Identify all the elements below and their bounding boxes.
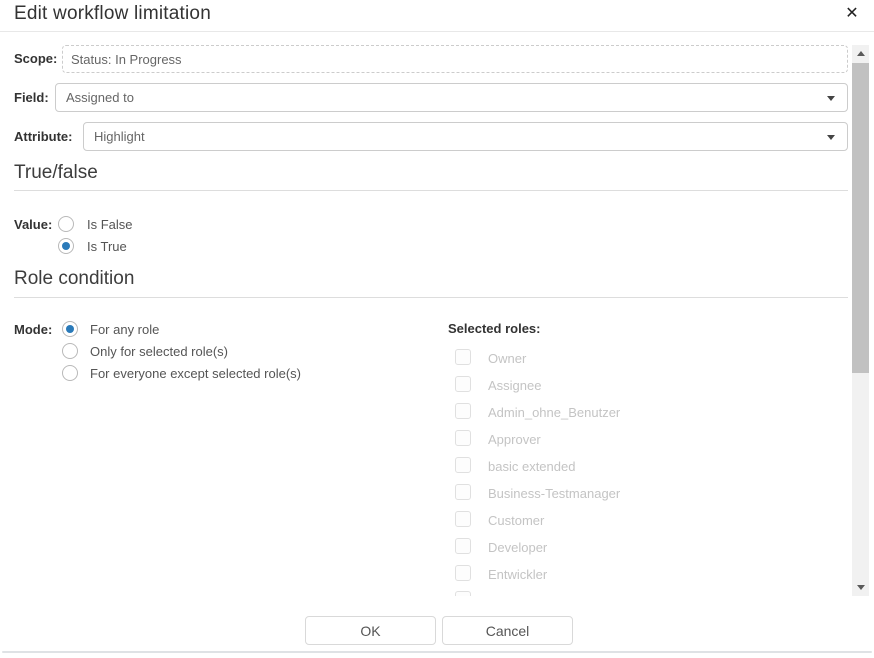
role-item-owner: Owner xyxy=(448,349,748,369)
role-checkbox[interactable] xyxy=(455,591,471,596)
role-label: Entwickler xyxy=(488,567,547,582)
radio-everyone-except-selected-label[interactable]: For everyone except selected role(s) xyxy=(90,366,301,381)
field-select[interactable]: Assigned to xyxy=(55,83,848,112)
role-checkbox[interactable] xyxy=(455,349,471,365)
radio-for-any-role-label[interactable]: For any role xyxy=(90,322,159,337)
role-item-partial xyxy=(448,591,748,596)
role-label: Assignee xyxy=(488,378,541,393)
role-label: Approver xyxy=(488,432,541,447)
scope-label: Scope: xyxy=(14,51,57,66)
role-label: basic extended xyxy=(488,459,575,474)
attribute-label: Attribute: xyxy=(14,129,73,144)
field-label: Field: xyxy=(14,90,49,105)
close-icon[interactable]: ✕ xyxy=(842,4,862,24)
section-divider xyxy=(14,190,848,191)
dialog-header: Edit workflow limitation ✕ xyxy=(0,0,874,32)
role-checkbox[interactable] xyxy=(455,457,471,473)
radio-is-true[interactable] xyxy=(58,238,74,254)
role-label: Owner xyxy=(488,351,526,366)
role-checkbox[interactable] xyxy=(455,565,471,581)
scope-input[interactable] xyxy=(62,45,848,73)
role-label: Customer xyxy=(488,513,544,528)
section-heading-role-condition: Role condition xyxy=(14,268,134,290)
section-divider xyxy=(14,297,848,298)
role-checkbox[interactable] xyxy=(455,538,471,554)
role-item-business-testmanager: Business-Testmanager xyxy=(448,484,748,504)
radio-only-selected-roles-label[interactable]: Only for selected role(s) xyxy=(90,344,228,359)
role-item-developer: Developer xyxy=(448,538,748,558)
dialog-title: Edit workflow limitation xyxy=(14,3,211,25)
radio-is-true-label[interactable]: Is True xyxy=(87,239,127,254)
role-label: Admin_ohne_Benutzer xyxy=(488,405,620,420)
field-select-value: Assigned to xyxy=(66,90,134,105)
role-checkbox[interactable] xyxy=(455,430,471,446)
selected-roles-label: Selected roles: xyxy=(448,321,541,336)
role-item-customer: Customer xyxy=(448,511,748,531)
radio-everyone-except-selected[interactable] xyxy=(62,365,78,381)
scrollbar-thumb[interactable] xyxy=(852,63,869,373)
role-item-entwickler: Entwickler xyxy=(448,565,748,585)
dropdown-caret-icon xyxy=(827,96,835,101)
role-item-approver: Approver xyxy=(448,430,748,450)
scrollbar-down-arrow-icon[interactable] xyxy=(852,579,869,596)
attribute-select-value: Highlight xyxy=(94,129,145,144)
role-checkbox[interactable] xyxy=(455,511,471,527)
dialog-body: Scope: Field: Assigned to Attribute: Hig… xyxy=(0,45,852,596)
role-label: Business-Testmanager xyxy=(488,486,620,501)
value-label: Value: xyxy=(14,217,52,232)
role-item-assignee: Assignee xyxy=(448,376,748,396)
dropdown-caret-icon xyxy=(827,135,835,140)
vertical-scrollbar[interactable] xyxy=(852,45,869,596)
attribute-select[interactable]: Highlight xyxy=(83,122,848,151)
radio-is-false[interactable] xyxy=(58,216,74,232)
role-item-basic-extended: basic extended xyxy=(448,457,748,477)
dialog-bottom-border xyxy=(2,651,872,653)
role-checkbox[interactable] xyxy=(455,376,471,392)
role-item-admin-ohne-benutzer: Admin_ohne_Benutzer xyxy=(448,403,748,423)
scrollbar-up-arrow-icon[interactable] xyxy=(852,45,869,62)
radio-is-false-label[interactable]: Is False xyxy=(87,217,133,232)
role-checkbox[interactable] xyxy=(455,484,471,500)
cancel-button[interactable]: Cancel xyxy=(442,616,573,645)
radio-only-selected-roles[interactable] xyxy=(62,343,78,359)
role-checkbox[interactable] xyxy=(455,403,471,419)
ok-button[interactable]: OK xyxy=(305,616,436,645)
role-label: Developer xyxy=(488,540,547,555)
edit-workflow-limitation-dialog: { "header": { "title": "Edit workflow li… xyxy=(0,0,874,658)
section-heading-true-false: True/false xyxy=(14,162,98,184)
mode-label: Mode: xyxy=(14,322,52,337)
radio-for-any-role[interactable] xyxy=(62,321,78,337)
